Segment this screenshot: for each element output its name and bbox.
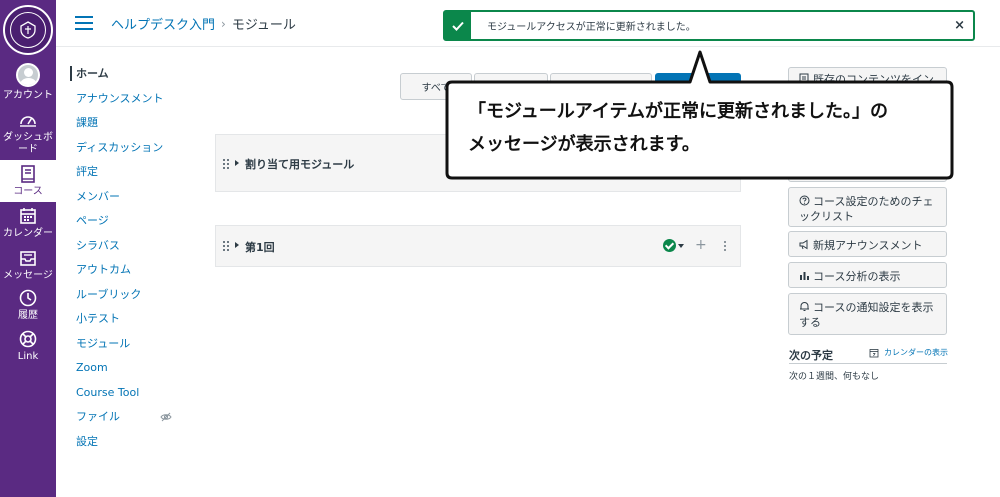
module-row[interactable]: 第1回 +: [215, 225, 741, 267]
plus-icon[interactable]: +: [695, 238, 707, 252]
caret-right-icon[interactable]: [235, 160, 239, 166]
breadcrumb: ヘルプデスク入門 › モジュール: [111, 14, 296, 34]
gnav-account[interactable]: アカウント: [0, 63, 56, 102]
course-nav-settings[interactable]: 設定: [76, 435, 186, 460]
question-circle-icon: [799, 195, 810, 206]
import-icon: [799, 73, 809, 84]
university-logo[interactable]: [3, 5, 53, 55]
chevron-down-icon[interactable]: [678, 244, 684, 248]
bell-icon: [800, 301, 809, 311]
course-nav-people[interactable]: メンバー: [76, 190, 186, 215]
inbox-icon: [20, 251, 36, 266]
breadcrumb-course-link[interactable]: ヘルプデスク入門: [111, 14, 215, 33]
view-calendar-link[interactable]: カレンダーの表示: [869, 347, 948, 358]
gnav-dashboard[interactable]: ダッシュボード: [0, 110, 56, 156]
clock-icon: [19, 289, 37, 307]
breadcrumb-current: モジュール: [231, 18, 296, 33]
published-check-icon[interactable]: [663, 239, 676, 252]
course-analytics-button[interactable]: コース分析の表示: [788, 262, 947, 288]
course-nav-announcements[interactable]: アナウンスメント: [76, 92, 186, 117]
breadcrumb-separator: ›: [221, 16, 226, 31]
course-nav-discussions[interactable]: ディスカッション: [76, 141, 186, 166]
megaphone-icon: [799, 239, 808, 250]
speedometer-icon: [20, 116, 36, 127]
course-setup-checklist-button[interactable]: コース設定のためのチェックリスト: [788, 187, 947, 227]
todo-empty-text: 次の１週間、何もなし: [789, 372, 880, 382]
coming-up-title: 次の予定: [789, 349, 833, 362]
module-title[interactable]: 第1回: [245, 239, 275, 255]
course-nav: ホーム アナウンスメント 課題 ディスカッション 評定 メンバー ページ シラバ…: [70, 66, 186, 460]
avatar: [16, 63, 40, 87]
gnav-inbox[interactable]: メッセージ: [0, 248, 56, 282]
flash-text: モジュールアクセスが正常に更新されました。: [487, 22, 696, 33]
gnav-calendar[interactable]: カレンダー: [0, 206, 56, 240]
course-nav-syllabus[interactable]: シラバス: [76, 239, 186, 264]
course-nav-outcomes[interactable]: アウトカム: [76, 263, 186, 288]
module-title[interactable]: 割り当て用モジュール: [245, 156, 354, 172]
kebab-menu-icon[interactable]: [724, 241, 727, 252]
gnav-courses[interactable]: コース: [0, 160, 56, 202]
import-content-button[interactable]: 既存のコンテンツをイン: [788, 67, 947, 93]
calendar-icon: [869, 348, 879, 357]
course-nav-rubrics[interactable]: ルーブリック: [76, 288, 186, 313]
bar-chart-icon: [800, 272, 809, 280]
hamburger-menu-icon[interactable]: [75, 16, 93, 30]
drag-handle-icon[interactable]: [223, 241, 229, 251]
course-nav-home[interactable]: ホーム: [70, 66, 186, 92]
course-nav-grades[interactable]: 評定: [76, 165, 186, 190]
book-icon: [21, 165, 35, 183]
new-announcement-button[interactable]: 新規アナウンスメント: [788, 231, 947, 257]
course-nav-quizzes[interactable]: 小テスト: [76, 312, 186, 337]
header-divider: [56, 46, 1000, 47]
course-nav-assignments[interactable]: 課題: [76, 116, 186, 141]
check-icon: [445, 12, 471, 39]
calendar-icon: [20, 208, 36, 224]
todo-divider: [789, 363, 947, 364]
university-seal-icon: [10, 12, 46, 48]
gnav-history[interactable]: 履歴: [0, 288, 56, 322]
course-nav-modules[interactable]: モジュール: [76, 337, 186, 362]
flash-success-message: モジュールアクセスが正常に更新されました。 ×: [443, 10, 975, 41]
view-all-button[interactable]: すべて: [400, 73, 472, 100]
caret-right-icon[interactable]: [235, 242, 239, 248]
course-nav-pages[interactable]: ページ: [76, 214, 186, 239]
gnav-link[interactable]: Link: [0, 329, 56, 363]
course-notifications-button[interactable]: コースの通知設定を表示する: [788, 293, 947, 335]
eye-slash-icon: [160, 412, 172, 422]
course-nav-course-tool[interactable]: Course Tool: [76, 386, 186, 411]
lifebuoy-icon: [19, 330, 37, 348]
close-icon[interactable]: ×: [954, 19, 965, 32]
drag-handle-icon[interactable]: [223, 159, 229, 169]
course-nav-files[interactable]: ファイル: [76, 410, 186, 435]
active-indicator: [70, 66, 72, 81]
course-nav-zoom[interactable]: Zoom: [76, 361, 186, 386]
callout-text: 「モジュールアイテムが正常に更新されました。」の メッセージが表示されます。: [468, 101, 888, 155]
global-nav: アカウント ダッシュボード コース カレンダー メッセージ 履歴 Link: [0, 0, 56, 497]
